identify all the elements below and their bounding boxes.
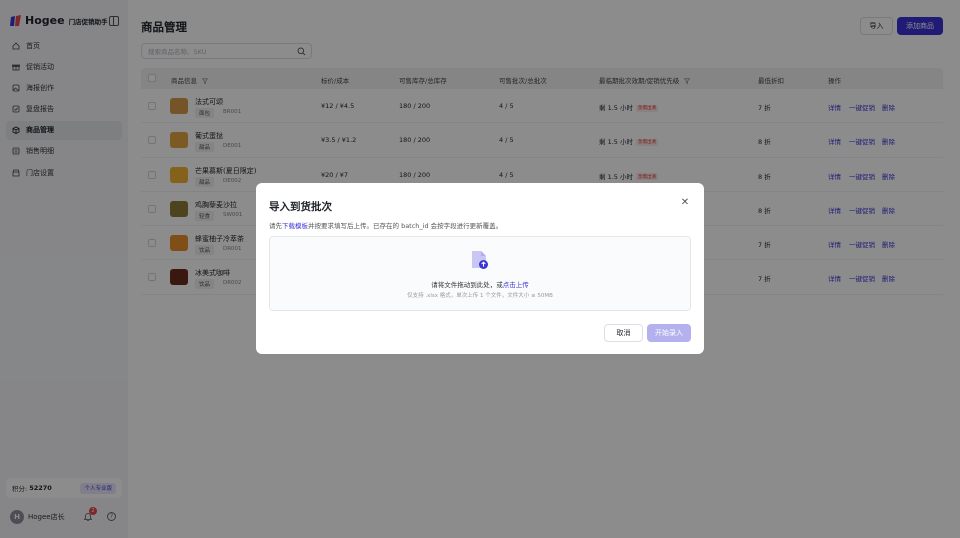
cancel-button[interactable]: 取消 [604,324,643,342]
upload-file-icon [472,251,488,269]
import-modal: 导入到货批次 ✕ 请先下载模板并按要求填写后上传。已存在的 batch_id 会… [256,183,704,354]
download-template-link[interactable]: 下载模板 [282,222,308,230]
upload-dropzone[interactable]: 请将文件拖动到此处，或点击上传 仅支持 .xlsx 格式，单次上传 1 个文件，… [269,236,691,311]
modal-description: 请先下载模板并按要求填写后上传。已存在的 batch_id 会按字段进行更新覆盖… [269,222,503,230]
close-icon[interactable]: ✕ [680,197,690,208]
click-upload-link[interactable]: 点击上传 [503,281,529,289]
modal-title: 导入到货批次 [269,201,332,213]
dropzone-hint: 仅支持 .xlsx 格式，单次上传 1 个文件，文件大小 ≤ 50MB [407,293,553,299]
start-import-button[interactable]: 开始录入 [647,324,691,342]
dropzone-text: 请将文件拖动到此处，或点击上传 [431,281,529,289]
